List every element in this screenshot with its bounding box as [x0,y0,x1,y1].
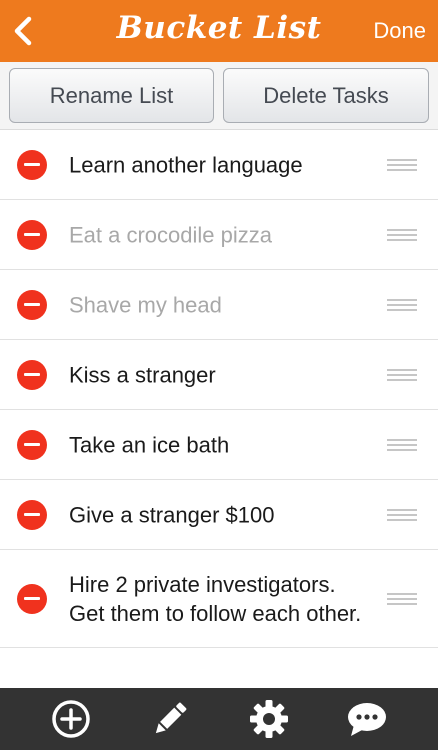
delete-circle-icon[interactable] [17,359,47,390]
page-title: Bucket List [116,10,322,46]
delete-circle-icon[interactable] [17,219,47,250]
task-text: Shave my head [69,292,222,317]
task-row[interactable]: Give a stranger $100 [0,480,438,550]
task-text: Take an ice bath [69,432,230,457]
drag-handle-icon[interactable] [387,508,417,522]
drag-handle-icon[interactable] [387,228,417,242]
nav-bar: Bucket List Done [0,0,438,62]
delete-circle-icon[interactable] [17,429,47,460]
gear-icon [250,700,288,738]
done-button[interactable]: Done [373,18,426,44]
add-task-button[interactable] [41,688,101,750]
task-row[interactable]: Take an ice bath [0,410,438,480]
chat-button[interactable] [337,688,397,750]
bottom-toolbar [0,688,438,750]
task-text: Eat a crocodile pizza [69,222,272,247]
chat-bubble-icon [348,703,386,736]
settings-button[interactable] [239,688,299,750]
task-row[interactable]: Kiss a stranger [0,340,438,410]
task-text: Hire 2 private investigators. Get them t… [69,571,362,626]
task-text: Kiss a stranger [69,362,216,387]
rename-list-button[interactable]: Rename List [9,68,214,123]
delete-circle-icon[interactable] [17,583,47,614]
drag-handle-icon[interactable] [387,592,417,606]
drag-handle-icon[interactable] [387,438,417,452]
delete-circle-icon[interactable] [17,499,47,530]
task-row[interactable]: Shave my head [0,270,438,340]
drag-handle-icon[interactable] [387,158,417,172]
drag-handle-icon[interactable] [387,298,417,312]
action-bar: Rename List Delete Tasks [0,62,438,130]
task-row[interactable]: Learn another language [0,130,438,200]
delete-circle-icon[interactable] [17,149,47,180]
task-list: Learn another language Eat a crocodile p… [0,130,438,648]
drag-handle-icon[interactable] [387,368,417,382]
task-text: Give a stranger $100 [69,502,275,527]
delete-tasks-button[interactable]: Delete Tasks [223,68,429,123]
plus-circle-icon [52,700,90,738]
delete-circle-icon[interactable] [17,289,47,320]
pencil-icon [155,702,187,734]
task-row[interactable]: Eat a crocodile pizza [0,200,438,270]
bucket-list-screen: Bucket List Done Rename List Delete Task… [0,0,438,750]
task-row[interactable]: Hire 2 private investigators. Get them t… [0,550,438,648]
edit-button[interactable] [140,688,200,750]
task-text: Learn another language [69,152,303,177]
